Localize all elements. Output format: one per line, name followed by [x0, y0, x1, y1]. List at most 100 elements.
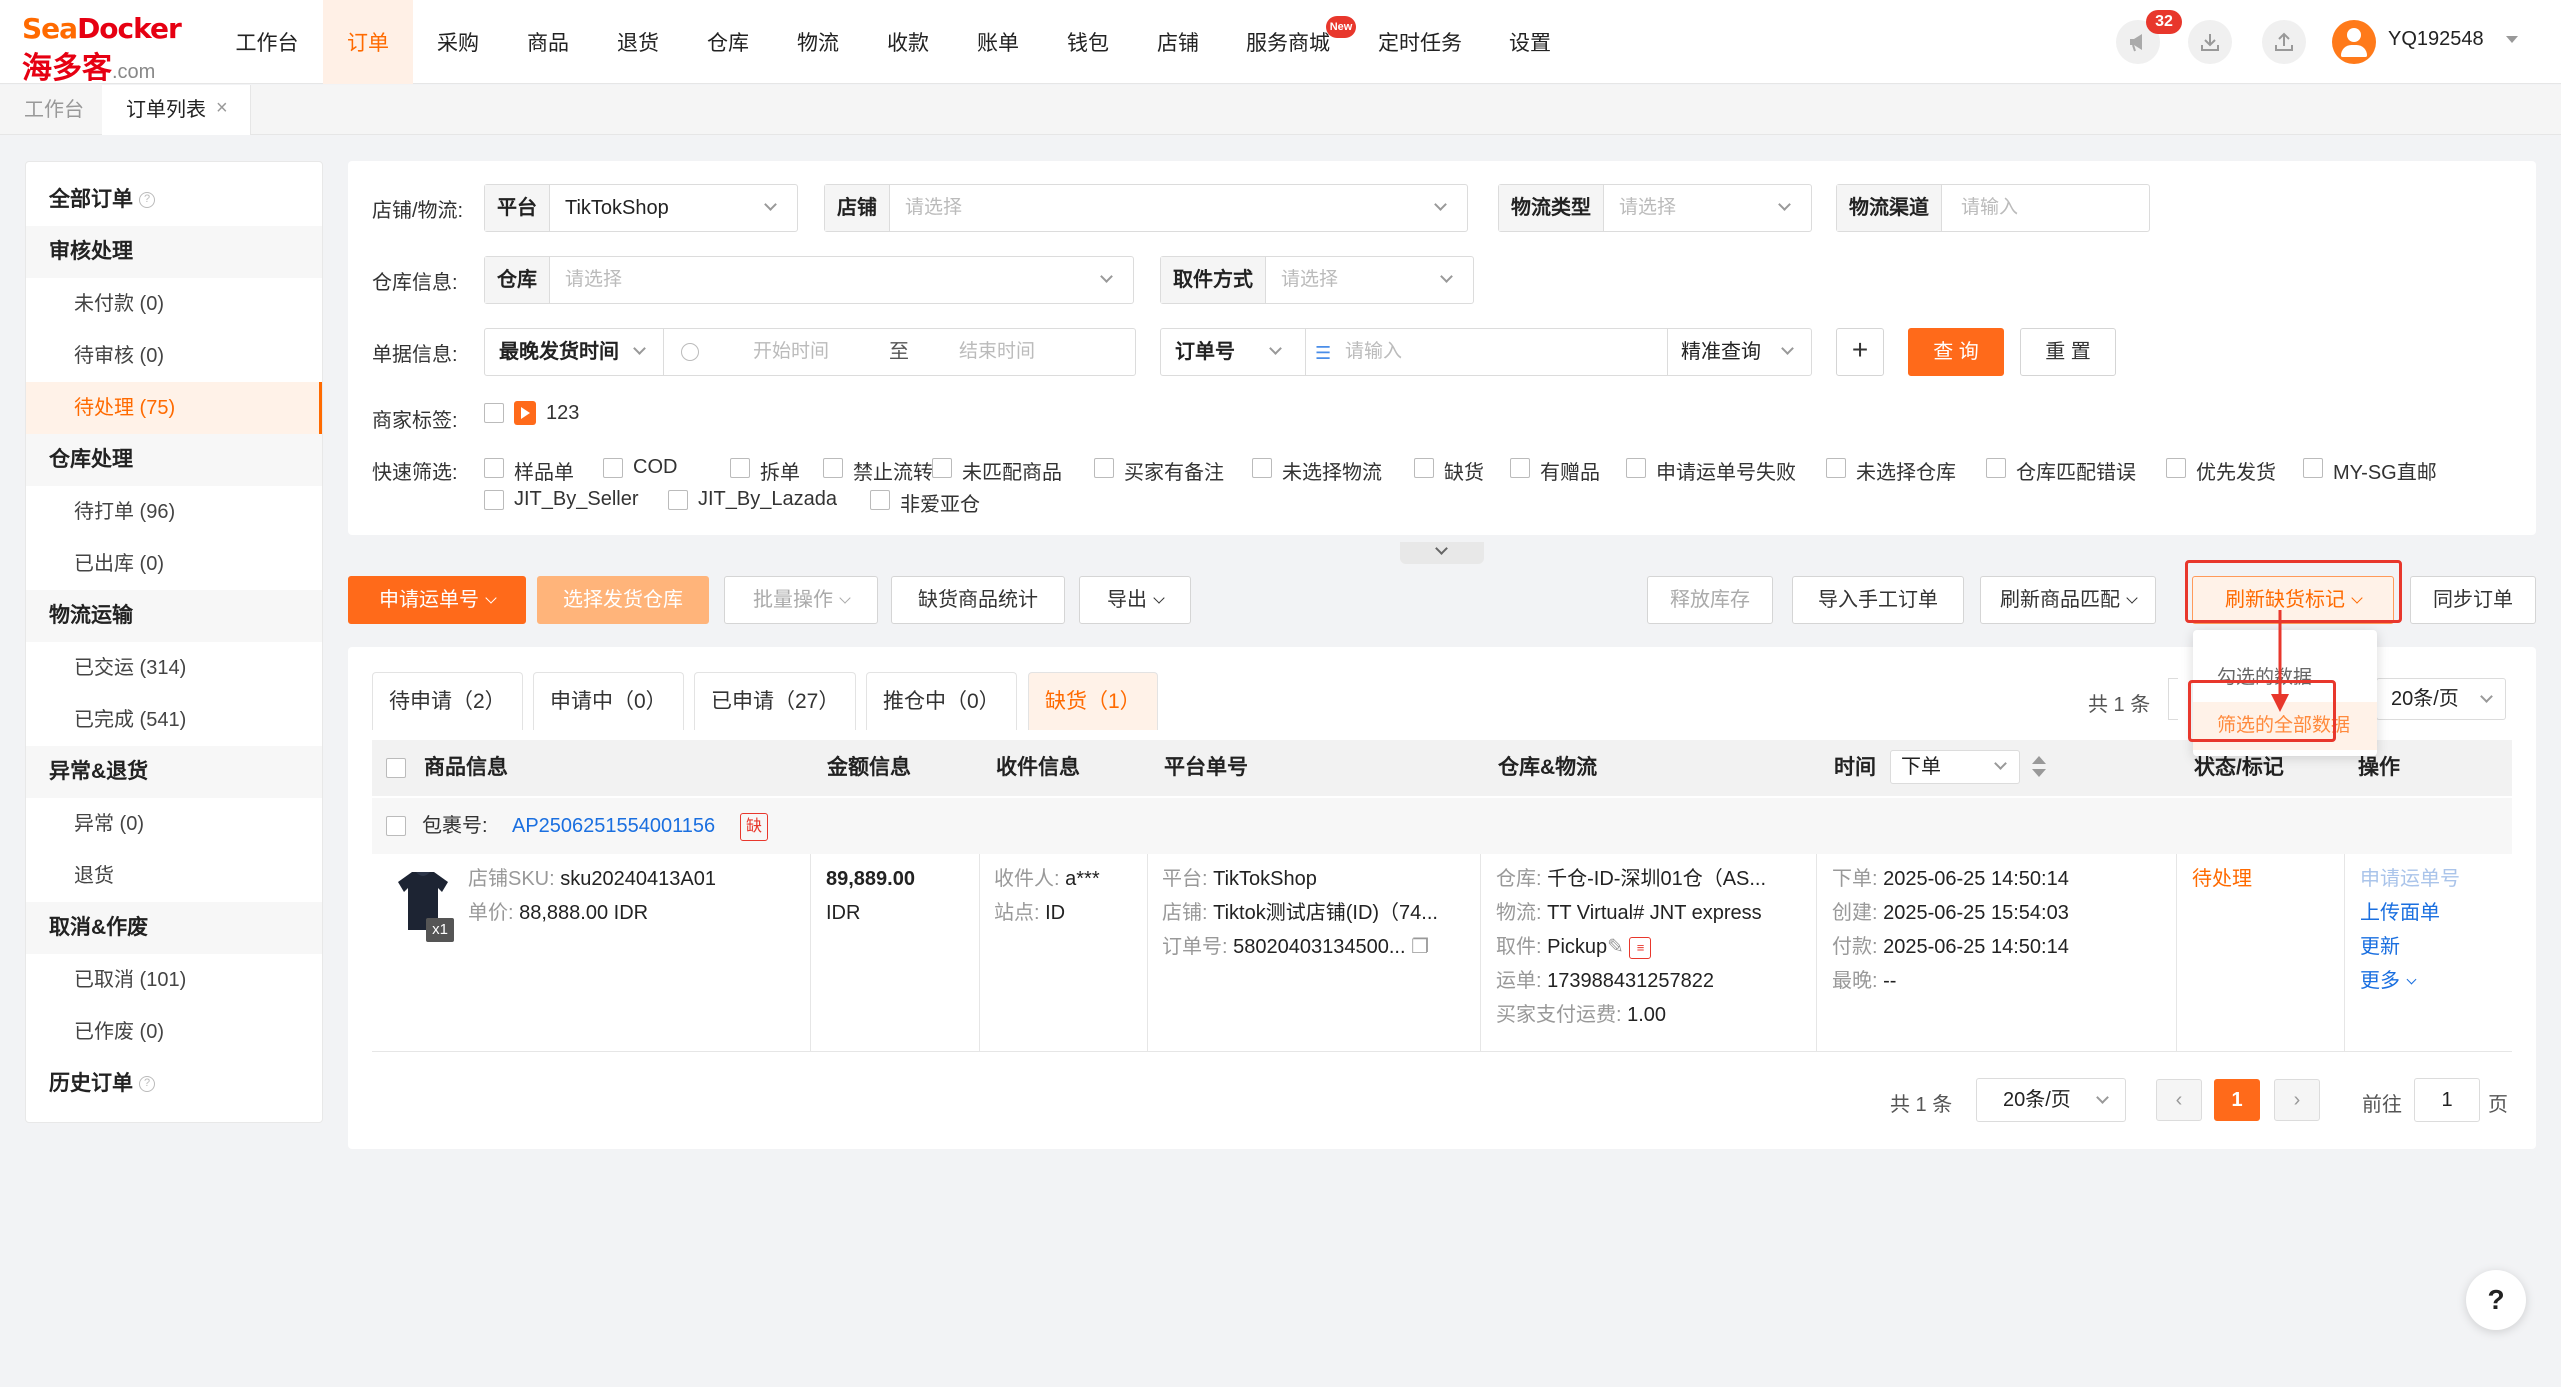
quick-filter-checkbox-6[interactable]: [1252, 458, 1272, 478]
start-time-input[interactable]: 开始时间: [753, 329, 829, 375]
status-tab-stockout[interactable]: 缺货（1）: [1028, 672, 1158, 730]
nav-logistics[interactable]: 物流: [773, 0, 863, 84]
sidebar-all-orders[interactable]: 全部订单?: [26, 174, 322, 226]
package-checkbox[interactable]: [386, 816, 406, 836]
nav-stores[interactable]: 店铺: [1133, 0, 1223, 84]
current-page-button[interactable]: 1: [2214, 1079, 2260, 1121]
top-page-size-select[interactable]: 20条/页: [2376, 678, 2506, 720]
nav-scheduled-tasks[interactable]: 定时任务: [1365, 0, 1475, 84]
sidebar-item-completed[interactable]: 已完成 (541): [26, 694, 322, 746]
logistics-type-select[interactable]: 物流类型 请选择: [1498, 184, 1812, 232]
quick-filter-checkbox-3[interactable]: [823, 458, 843, 478]
add-condition-button[interactable]: +: [1836, 328, 1884, 376]
quick-filter-checkbox-1[interactable]: [603, 458, 623, 478]
sidebar-item-cancelled[interactable]: 已取消 (101): [26, 954, 322, 1006]
user-menu-caret-icon[interactable]: [2506, 36, 2518, 43]
status-tab-to-apply[interactable]: 待申请（2）: [372, 672, 523, 730]
seadocker-logo[interactable]: SeaDocker 海多客.com: [22, 12, 182, 87]
sidebar-item-unpaid[interactable]: 未付款 (0): [26, 278, 322, 330]
store-select[interactable]: 店铺 请选择: [824, 184, 1468, 232]
exact-query-select[interactable]: 精准查询: [1681, 329, 1761, 375]
stockout-stats-button[interactable]: 缺货商品统计: [891, 576, 1065, 624]
select-warehouse-button[interactable]: 选择发货仓库: [537, 576, 709, 624]
nav-service-mall[interactable]: 服务商城: [1233, 0, 1343, 84]
sync-orders-button[interactable]: 同步订单: [2410, 576, 2536, 624]
sidebar-item-handed-over[interactable]: 已交运 (314): [26, 642, 322, 694]
nav-orders[interactable]: 订单: [323, 0, 413, 84]
quick-filter-checkbox-13[interactable]: [2303, 458, 2323, 478]
goto-page-input[interactable]: 1: [2414, 1078, 2480, 1122]
quick-filter-2-checkbox-2[interactable]: [870, 490, 890, 510]
pickup-method-select[interactable]: 取件方式 请选择: [1160, 256, 1474, 304]
help-button[interactable]: ?: [2466, 1270, 2526, 1330]
package-number-link[interactable]: AP2506251554001156: [512, 809, 715, 843]
update-link[interactable]: 更新: [2360, 930, 2400, 964]
quick-filter-checkbox-2[interactable]: [730, 458, 750, 478]
sidebar-item-shipped-out[interactable]: 已出库 (0): [26, 538, 322, 590]
avatar[interactable]: [2332, 20, 2376, 64]
logistics-channel-input[interactable]: 物流渠道 请输入: [1836, 184, 2150, 232]
quick-filter-2-checkbox-0[interactable]: [484, 490, 504, 510]
nav-bills[interactable]: 账单: [953, 0, 1043, 84]
sidebar-group-transport[interactable]: 物流运输: [26, 590, 322, 642]
sort-asc-icon[interactable]: [2032, 756, 2046, 764]
nav-settings[interactable]: 设置: [1485, 0, 1575, 84]
nav-warehouse[interactable]: 仓库: [683, 0, 773, 84]
username[interactable]: YQ192548: [2388, 28, 2484, 51]
upload-label-link[interactable]: 上传面单: [2360, 896, 2440, 930]
import-manual-order-button[interactable]: 导入手工订单: [1792, 576, 1964, 624]
sidebar-group-warehouse[interactable]: 仓库处理: [26, 434, 322, 486]
edit-icon[interactable]: ✎: [1607, 936, 1624, 958]
bottom-page-size-select[interactable]: 20条/页: [1976, 1078, 2126, 1122]
order-no-type-select[interactable]: 订单号: [1175, 329, 1235, 375]
sidebar-item-pending-review[interactable]: 待审核 (0): [26, 330, 322, 382]
export-button[interactable]: 导出: [1079, 576, 1191, 624]
quick-filter-checkbox-10[interactable]: [1826, 458, 1846, 478]
nav-wallet[interactable]: 钱包: [1043, 0, 1133, 84]
status-tab-pushing[interactable]: 推仓中（0）: [866, 672, 1017, 730]
download-icon[interactable]: [2188, 20, 2232, 64]
order-no-input[interactable]: 请输入: [1345, 329, 1402, 375]
platform-select[interactable]: 平台 TikTokShop: [484, 184, 798, 232]
time-sort-select[interactable]: 下单: [1890, 750, 2020, 784]
quick-filter-checkbox-9[interactable]: [1626, 458, 1646, 478]
nav-products[interactable]: 商品: [503, 0, 593, 84]
status-tab-applying[interactable]: 申请中（0）: [533, 672, 684, 730]
apply-waybill-button[interactable]: 申请运单号: [348, 576, 526, 624]
time-type-select[interactable]: 最晚发货时间: [499, 329, 619, 375]
sidebar-item-voided[interactable]: 已作废 (0): [26, 1006, 322, 1058]
document-icon[interactable]: ≡: [1629, 936, 1652, 959]
status-tab-applied[interactable]: 已申请（27）: [694, 672, 857, 730]
sidebar-history-orders[interactable]: 历史订单?: [26, 1058, 322, 1110]
collapse-filter-toggle[interactable]: [1400, 542, 1484, 564]
close-icon[interactable]: ×: [216, 97, 228, 120]
sidebar-item-returns[interactable]: 退货: [26, 850, 322, 902]
upload-icon[interactable]: [2262, 20, 2306, 64]
sidebar-group-review[interactable]: 审核处理: [26, 226, 322, 278]
refresh-product-match-button[interactable]: 刷新商品匹配: [1980, 576, 2156, 624]
sidebar-group-exceptions[interactable]: 异常&退货: [26, 746, 322, 798]
warehouse-select[interactable]: 仓库 请选择: [484, 256, 1134, 304]
copy-icon[interactable]: ❐: [1411, 936, 1429, 958]
quick-filter-checkbox-0[interactable]: [484, 458, 504, 478]
quick-filter-checkbox-8[interactable]: [1510, 458, 1530, 478]
reset-button[interactable]: 重 置: [2020, 328, 2116, 376]
nav-purchase[interactable]: 采购: [413, 0, 503, 84]
tab-order-list[interactable]: 订单列表: [102, 85, 251, 135]
tab-workbench[interactable]: 工作台: [0, 85, 109, 135]
more-actions-link[interactable]: 更多: [2360, 964, 2417, 998]
end-time-input[interactable]: 结束时间: [959, 329, 1035, 375]
sidebar-item-exception[interactable]: 异常 (0): [26, 798, 322, 850]
quick-filter-checkbox-12[interactable]: [2166, 458, 2186, 478]
nav-receipts[interactable]: 收款: [863, 0, 953, 84]
product-thumbnail[interactable]: x1: [396, 868, 454, 942]
prev-page-button[interactable]: ‹: [2156, 1079, 2202, 1121]
query-button[interactable]: 查 询: [1908, 328, 2004, 376]
quick-filter-checkbox-5[interactable]: [1094, 458, 1114, 478]
release-stock-button[interactable]: 释放库存: [1647, 576, 1773, 624]
quick-filter-checkbox-7[interactable]: [1414, 458, 1434, 478]
quick-filter-checkbox-4[interactable]: [932, 458, 952, 478]
merchant-tag-checkbox[interactable]: [484, 403, 504, 423]
batch-operation-button[interactable]: 批量操作: [724, 576, 878, 624]
sidebar-group-cancel[interactable]: 取消&作废: [26, 902, 322, 954]
